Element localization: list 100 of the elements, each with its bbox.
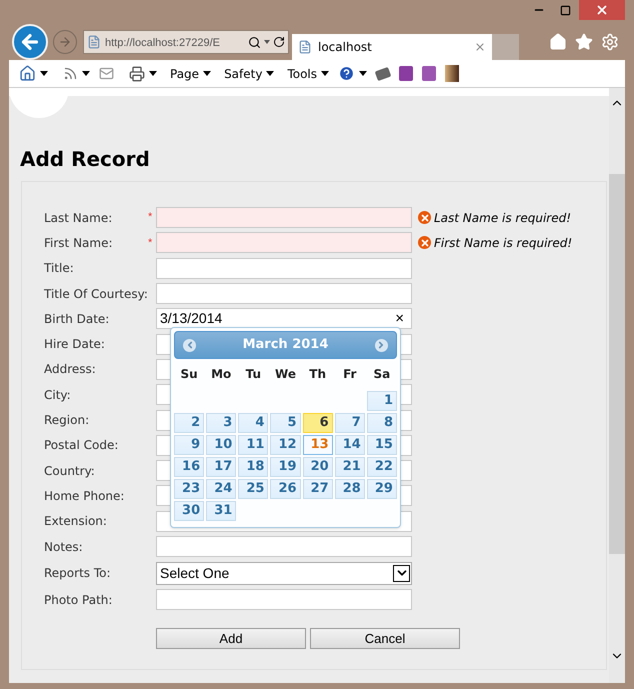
select-field[interactable]: Select One: [156, 562, 412, 585]
field-label: Title:: [44, 260, 75, 278]
settings-icon[interactable]: [601, 33, 619, 51]
calendar-day[interactable]: 1: [366, 391, 397, 411]
field-label: Title Of Courtesy:: [44, 286, 148, 303]
calendar-day[interactable]: 27: [302, 479, 333, 499]
weekday-label: Fr: [342, 366, 358, 383]
date-field[interactable]: 3/13/2014 ×: [156, 308, 412, 330]
page-icon: [298, 40, 312, 54]
calendar-day[interactable]: 28: [334, 479, 365, 499]
field-label: Postal Code:: [44, 437, 120, 454]
calendar-day[interactable]: 20: [302, 457, 333, 477]
field-label: Extension:: [44, 513, 108, 530]
address-bar[interactable]: http://localhost:27229/E: [83, 30, 289, 54]
text-field[interactable]: [156, 589, 412, 610]
favorites-icon[interactable]: [575, 33, 593, 51]
text-field[interactable]: [156, 258, 412, 279]
next-month-button[interactable]: [374, 338, 388, 352]
calendar-day[interactable]: 9: [174, 435, 204, 455]
calendar-day[interactable]: 19: [270, 457, 301, 477]
text-field[interactable]: [156, 536, 412, 557]
dropdown-icon: [393, 564, 410, 582]
calendar-day[interactable]: 15: [366, 435, 397, 455]
refresh-icon[interactable]: [273, 36, 285, 48]
help-icon[interactable]: [338, 65, 356, 82]
weekday-label: Sa: [372, 366, 392, 383]
close-icon: [595, 3, 609, 17]
calendar-day[interactable]: 13: [302, 435, 333, 455]
field-label: City:: [44, 386, 72, 404]
calendar-day[interactable]: 16: [174, 457, 204, 477]
error-message: First Name is required!: [434, 234, 572, 252]
close-tab-icon[interactable]: [474, 41, 486, 53]
caret-icon: [40, 71, 48, 76]
text-field[interactable]: [156, 207, 412, 228]
weekday-label: Tu: [244, 366, 262, 383]
calendar-day[interactable]: 29: [366, 479, 397, 499]
dropdown-icon[interactable]: [264, 40, 270, 44]
weekday-label: Mo: [210, 366, 232, 383]
calendar-day[interactable]: 3: [206, 413, 236, 433]
calendar-day[interactable]: 21: [334, 457, 365, 477]
calendar-day[interactable]: 10: [206, 435, 236, 455]
toolbar-menu[interactable]: Safety: [224, 64, 274, 82]
form-button[interactable]: Add: [156, 628, 306, 650]
field-label: First Name:: [44, 234, 114, 252]
caret-icon: [359, 71, 368, 76]
caret-icon: [203, 71, 212, 76]
forward-button[interactable]: [53, 30, 77, 54]
search-icon[interactable]: [248, 36, 261, 48]
back-button[interactable]: [12, 24, 48, 60]
calendar-day[interactable]: 26: [270, 479, 301, 499]
calendar-day[interactable]: 11: [238, 435, 268, 455]
calendar-day[interactable]: 4: [238, 413, 268, 433]
calendar-day[interactable]: 24: [206, 479, 236, 499]
page-icon: [87, 35, 101, 49]
calendar-day[interactable]: 17: [206, 457, 236, 477]
calendar-day[interactable]: 23: [174, 479, 204, 499]
calendar-day[interactable]: 7: [334, 413, 365, 433]
required-mark: *: [148, 211, 152, 224]
calendar-day[interactable]: 2: [174, 413, 204, 433]
toolbar-menu[interactable]: Page: [170, 64, 212, 82]
maximize-icon: [560, 4, 571, 16]
scroll-thumb[interactable]: [609, 174, 625, 554]
caret-icon: [266, 71, 274, 76]
previous-month-button[interactable]: [183, 338, 196, 352]
calendar-day[interactable]: 5: [270, 413, 301, 433]
clear-button[interactable]: ×: [391, 311, 408, 326]
feed-icon[interactable]: [63, 66, 78, 81]
calendar-day[interactable]: 30: [174, 501, 204, 521]
field-label: Reports To:: [44, 565, 112, 582]
home-icon[interactable]: [19, 65, 36, 82]
weekday-label: Su: [179, 366, 199, 383]
calendar-day[interactable]: 14: [334, 435, 365, 455]
mail-icon[interactable]: [99, 66, 114, 81]
field-label: Birth Date:: [44, 310, 110, 328]
weekday-label: Th: [308, 366, 327, 383]
calendar-day[interactable]: 22: [366, 457, 397, 477]
print-icon[interactable]: [129, 66, 145, 82]
text-field[interactable]: [156, 232, 412, 254]
calendar-day[interactable]: 25: [238, 479, 268, 499]
calendar-day[interactable]: 6: [302, 413, 333, 433]
calendar-day[interactable]: 18: [238, 457, 268, 477]
tab-title: localhost: [318, 39, 373, 56]
form-button[interactable]: Cancel: [310, 628, 460, 650]
calendar-day[interactable]: 8: [366, 413, 397, 433]
required-mark: *: [148, 236, 152, 249]
browser-tab[interactable]: localhost: [292, 34, 492, 60]
calendar-day[interactable]: 31: [206, 501, 236, 521]
address-text: http://localhost:27229/E: [105, 37, 220, 49]
field-label: Last Name:: [44, 210, 114, 227]
error-message: Last Name is required!: [434, 210, 572, 227]
caret-icon: [149, 71, 157, 76]
scrollbar[interactable]: [609, 88, 625, 683]
close-button[interactable]: [579, 0, 625, 20]
caret-icon: [321, 71, 330, 76]
toolbar-menu[interactable]: Tools: [287, 64, 330, 82]
calendar-day[interactable]: 12: [270, 435, 301, 455]
field-label: Photo Path:: [44, 592, 114, 609]
text-field[interactable]: [156, 283, 412, 304]
caret-icon: [82, 71, 90, 76]
field-label: Hire Date:: [44, 336, 106, 354]
